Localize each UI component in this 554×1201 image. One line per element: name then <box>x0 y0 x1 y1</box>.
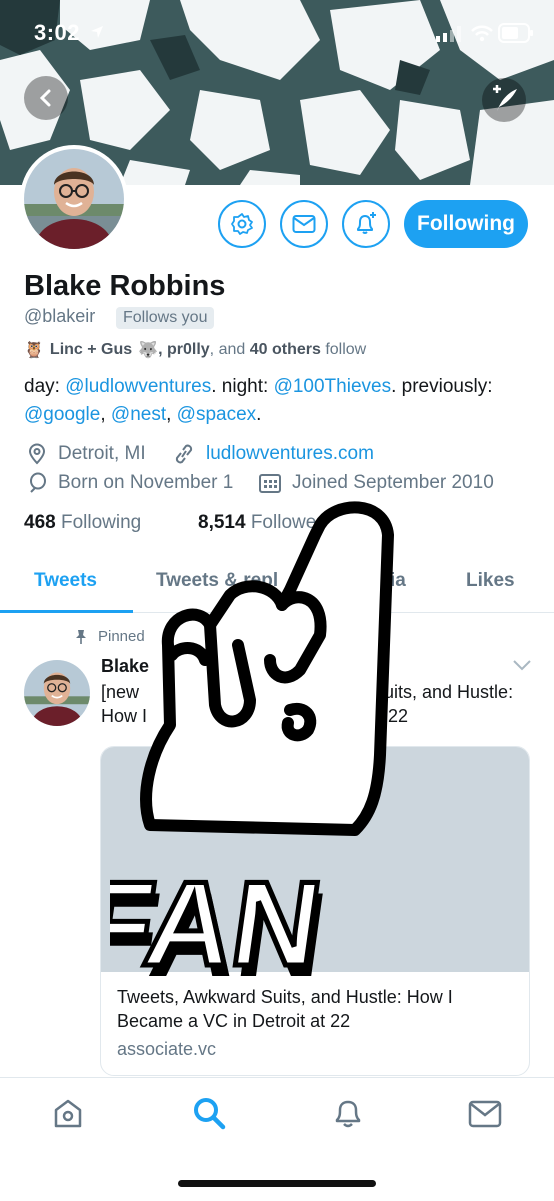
profile-name: Blake Robbins <box>24 270 226 302</box>
search-icon[interactable] <box>192 1096 226 1130</box>
home-indicator[interactable] <box>178 1180 376 1187</box>
wifi-icon <box>471 25 493 42</box>
bell-icon[interactable] <box>332 1096 364 1130</box>
chevron-down-icon[interactable] <box>512 659 532 671</box>
bio-text: . night: <box>211 376 274 397</box>
birthday-text: Born on November 1 <box>58 472 234 493</box>
birthday-item: Born on November 1 <box>26 472 233 494</box>
bio-mention-link[interactable]: @spacex <box>177 404 257 425</box>
tab-tweets[interactable]: Tweets <box>34 570 97 592</box>
follower-name-1: Linc + Gus <box>49 341 133 358</box>
bio-mention-link[interactable]: @google <box>24 404 100 425</box>
balloon-icon <box>30 472 46 493</box>
website-item[interactable]: ludlowventures.com <box>172 443 374 465</box>
followed-by-and: , and <box>209 341 246 358</box>
card-title: Tweets, Awkward Suits, and Hustle: How I… <box>117 987 453 1031</box>
bio-text: . <box>256 404 262 425</box>
message-button[interactable] <box>280 200 328 248</box>
location-pin-icon <box>28 443 46 465</box>
profile-avatar[interactable] <box>20 145 128 253</box>
follows-you-badge: Follows you <box>116 307 215 329</box>
envelope-icon <box>292 215 316 233</box>
follower-name-2: , pr0lly <box>158 341 210 358</box>
bio-text: . previously: <box>391 376 493 397</box>
location-arrow-icon <box>91 26 103 38</box>
foam-finger-sticker: FAN FAN <box>110 501 394 985</box>
status-time: 3:02 <box>34 20 81 45</box>
joined-item: Joined September 2010 <box>258 472 494 494</box>
joined-text: Joined September 2010 <box>292 472 494 493</box>
pin-icon <box>76 629 86 644</box>
calendar-icon <box>259 474 281 493</box>
bio-text: , <box>100 404 111 425</box>
home-icon[interactable] <box>52 1098 84 1130</box>
followed-by-suffix: follow <box>325 341 367 358</box>
back-button[interactable] <box>24 76 68 120</box>
fan-text-main: FAN <box>110 857 329 985</box>
battery-icon <box>498 23 533 43</box>
settings-button[interactable] <box>218 200 266 248</box>
bio-mention-link[interactable]: @nest <box>111 404 166 425</box>
chevron-left-icon <box>39 89 51 107</box>
bio-text: day: <box>24 376 66 397</box>
following-button[interactable]: Following <box>404 200 528 248</box>
envelope-icon[interactable] <box>468 1100 502 1128</box>
tweet-avatar-photo <box>24 660 90 726</box>
bio-text: , <box>166 404 177 425</box>
bio-mention-link[interactable]: @100Thieves <box>274 376 392 397</box>
tab-likes[interactable]: Likes <box>466 570 515 592</box>
profile-handle: @blakeir <box>24 306 96 326</box>
following-count: 468 <box>24 512 56 533</box>
wolf-emoji-icon: 🐺 <box>138 342 159 359</box>
signal-icon <box>436 26 461 42</box>
location-text: Detroit, MI <box>58 443 146 464</box>
link-icon <box>175 444 193 464</box>
feather-plus-icon <box>493 85 517 111</box>
bell-plus-icon <box>357 212 376 234</box>
location-item: Detroit, MI <box>26 443 146 465</box>
website-link[interactable]: ludlowventures.com <box>206 443 374 465</box>
owl-emoji-icon: 🦉 <box>24 342 44 359</box>
status-bar: 3:02 <box>0 0 554 66</box>
notifications-button[interactable] <box>342 200 390 248</box>
bio-mention-link[interactable]: @ludlowventures <box>65 376 211 397</box>
profile-bio: day: @ludlowventures. night: @100Thieves… <box>24 373 534 429</box>
compose-tweet-button[interactable] <box>482 78 526 122</box>
avatar-photo <box>24 149 124 249</box>
followed-by-row[interactable]: 🦉 Linc + Gus 🐺 , pr0lly, and 40 others f… <box>24 340 366 360</box>
followed-by-others: 40 others <box>249 341 321 358</box>
fan-text: FAN FAN <box>110 854 334 985</box>
card-domain: associate.vc <box>117 1039 217 1059</box>
tweet-avatar[interactable] <box>24 660 90 726</box>
gear-icon <box>231 213 253 235</box>
